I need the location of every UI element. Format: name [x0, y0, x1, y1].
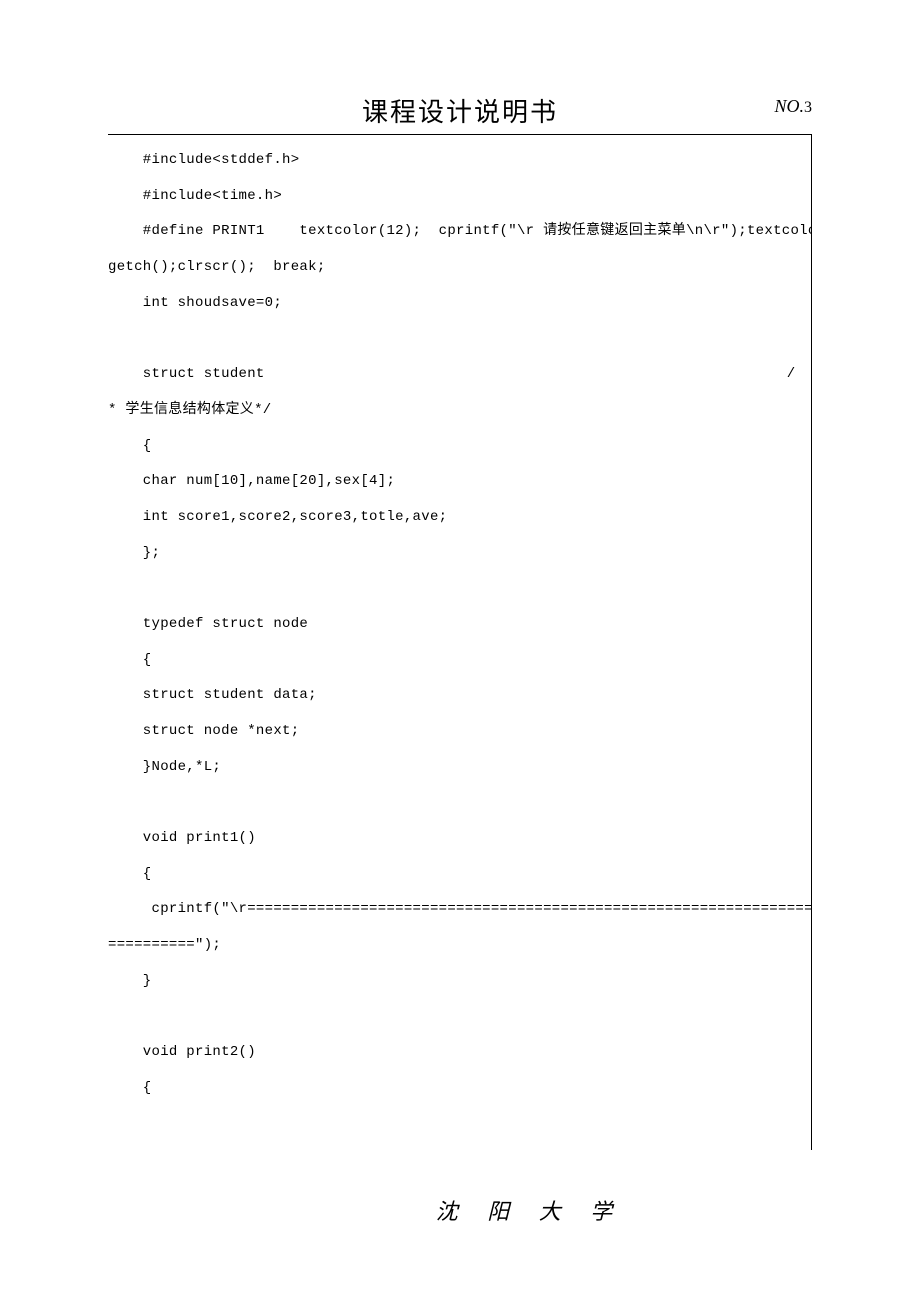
content-frame: #include<stddef.h> #include<time.h> #def…	[108, 134, 812, 1150]
page-no-prefix: NO.	[774, 96, 804, 116]
page-number: NO.3	[774, 96, 812, 117]
code-block: #include<stddef.h> #include<time.h> #def…	[108, 135, 811, 1107]
document-footer: 沈 阳 大 学	[0, 1194, 920, 1226]
document-title: 课程设计说明书	[362, 92, 558, 129]
page-no-value: 3	[804, 99, 812, 116]
university-name: 沈 阳 大 学	[436, 1199, 625, 1224]
